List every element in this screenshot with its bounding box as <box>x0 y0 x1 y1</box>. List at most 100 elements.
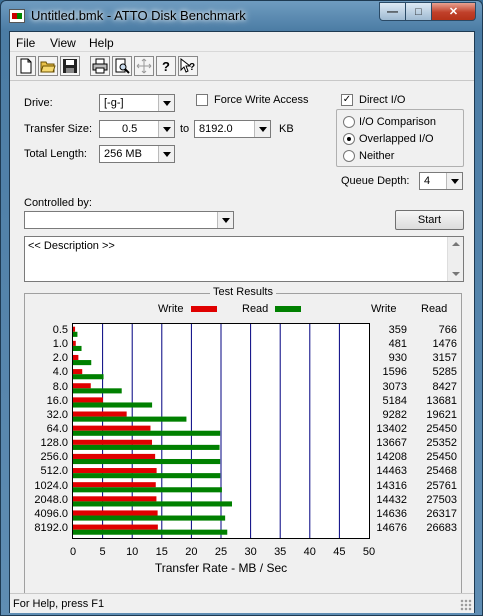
write-value: 14676 <box>376 521 407 534</box>
transfer-size-tick-label: 2048.0 <box>34 493 68 506</box>
transfer-size-tick-label: 1024.0 <box>34 479 68 492</box>
write-value: 5184 <box>382 394 407 407</box>
print-preview-icon <box>115 58 130 74</box>
status-text: For Help, press F1 <box>13 598 105 610</box>
legend-write-swatch <box>191 306 217 312</box>
queue-depth-label: Queue Depth: <box>341 175 410 187</box>
legend-read-label: Read <box>242 303 269 315</box>
x-tick-label: 5 <box>99 546 106 558</box>
chevron-down-icon <box>158 95 174 111</box>
client-area: File View Help ? ? Drive: [-g-] Force Wr… <box>9 31 475 613</box>
io-comparison-radio[interactable] <box>343 116 355 128</box>
write-value: 481 <box>388 338 407 351</box>
overlapped-io-radio[interactable] <box>343 133 355 145</box>
write-value: 1596 <box>382 366 407 379</box>
print-preview-button[interactable] <box>112 56 132 76</box>
checkmark-icon: ✓ <box>342 94 352 105</box>
context-help-button[interactable]: ? <box>178 56 198 76</box>
write-value: 14432 <box>376 493 407 506</box>
neither-label: Neither <box>359 150 395 162</box>
read-value: 1476 <box>432 338 457 351</box>
write-value: 13667 <box>376 437 407 450</box>
write-value: 9282 <box>382 408 407 421</box>
direct-io-checkbox[interactable]: ✓ <box>341 94 353 106</box>
scroll-up-icon <box>452 242 460 246</box>
queue-depth-select[interactable]: 4 <box>419 172 463 190</box>
start-button[interactable]: Start <box>395 210 464 230</box>
bar-read-4.0 <box>73 374 104 380</box>
transfer-size-tick-label: 4096.0 <box>34 507 68 520</box>
results-title-wrap: Test Results <box>25 286 461 298</box>
save-button[interactable] <box>60 56 80 76</box>
overlapped-io-label: Overlapped I/O <box>359 133 434 145</box>
neither-radio[interactable] <box>343 150 355 162</box>
resize-grip-icon[interactable] <box>460 599 472 611</box>
x-tick-label: 0 <box>69 546 77 558</box>
toolbar: ? ? <box>10 53 474 81</box>
transfer-size-label: Transfer Size: <box>24 123 93 135</box>
menu-view[interactable]: View <box>50 36 76 50</box>
transfer-to-select[interactable]: 8192.0 <box>194 120 271 138</box>
maximize-button[interactable]: □ <box>405 2 432 21</box>
transfer-from-value: 0.5 <box>122 123 138 135</box>
move-button[interactable] <box>134 56 154 76</box>
read-value: 25761 <box>426 479 457 492</box>
x-tick-label: 50 <box>362 546 376 558</box>
close-button[interactable]: ✕ <box>431 2 476 21</box>
start-label: Start <box>417 214 442 226</box>
drive-label: Drive: <box>24 97 53 109</box>
minimize-button[interactable]: — <box>379 2 406 21</box>
write-value: 14636 <box>376 507 407 520</box>
read-value: 19621 <box>426 408 457 421</box>
open-button[interactable] <box>38 56 58 76</box>
print-icon <box>92 58 108 74</box>
results-title: Test Results <box>210 286 276 298</box>
bar-write-4.0 <box>73 369 83 375</box>
to-label: to <box>180 123 190 135</box>
new-button[interactable] <box>16 56 36 76</box>
help-button[interactable]: ? <box>156 56 176 76</box>
bar-read-512.0 <box>73 473 221 479</box>
drive-select[interactable]: [-g-] <box>99 94 175 112</box>
status-bar: For Help, press F1 <box>10 593 474 613</box>
transfer-size-tick-label: 16.0 <box>46 394 68 407</box>
main-window: Untitled.bmk - ATTO Disk Benchmark — □ ✕… <box>0 0 483 616</box>
transfer-size-tick-label: 1.0 <box>52 338 68 351</box>
write-value: 3073 <box>382 380 407 393</box>
x-tick-label: 20 <box>185 546 198 558</box>
bar-write-256.0 <box>73 453 156 459</box>
description-textarea[interactable]: << Description >> <box>24 236 464 282</box>
transfer-from-select[interactable]: 0.5 <box>99 120 175 138</box>
io-comparison-label: I/O Comparison <box>359 116 437 128</box>
print-button[interactable] <box>90 56 110 76</box>
move-cross-icon <box>136 58 152 74</box>
write-value: 14316 <box>376 479 407 492</box>
bar-read-1.0 <box>73 345 82 352</box>
chevron-down-icon <box>254 121 270 137</box>
new-file-icon <box>20 58 32 74</box>
controlled-by-select[interactable] <box>24 211 234 229</box>
x-tick-label: 10 <box>126 546 139 558</box>
bar-write-2048.0 <box>73 496 157 502</box>
total-length-select[interactable]: 256 MB <box>99 145 175 163</box>
title-bar[interactable]: Untitled.bmk - ATTO Disk Benchmark — □ ✕ <box>1 1 482 31</box>
chevron-down-icon <box>158 121 174 137</box>
bar-read-8192.0 <box>73 529 228 535</box>
bar-read-1024.0 <box>73 487 222 493</box>
controlled-by-label: Controlled by: <box>24 197 92 209</box>
read-value: 25450 <box>426 451 457 464</box>
write-column-header: Write <box>371 303 397 315</box>
menu-help[interactable]: Help <box>89 36 114 50</box>
svg-text:?: ? <box>162 59 170 74</box>
x-tick-label: 25 <box>214 546 228 558</box>
chevron-down-icon <box>446 173 462 189</box>
description-scrollbar[interactable] <box>447 237 463 281</box>
read-value: 766 <box>438 324 457 337</box>
menu-file[interactable]: File <box>16 36 35 50</box>
write-value: 930 <box>388 352 407 365</box>
force-write-checkbox[interactable] <box>196 94 208 106</box>
x-tick-label: 45 <box>333 546 346 558</box>
close-icon: ✕ <box>448 6 459 18</box>
minimize-icon: — <box>387 5 398 18</box>
scroll-down-icon <box>452 272 460 276</box>
